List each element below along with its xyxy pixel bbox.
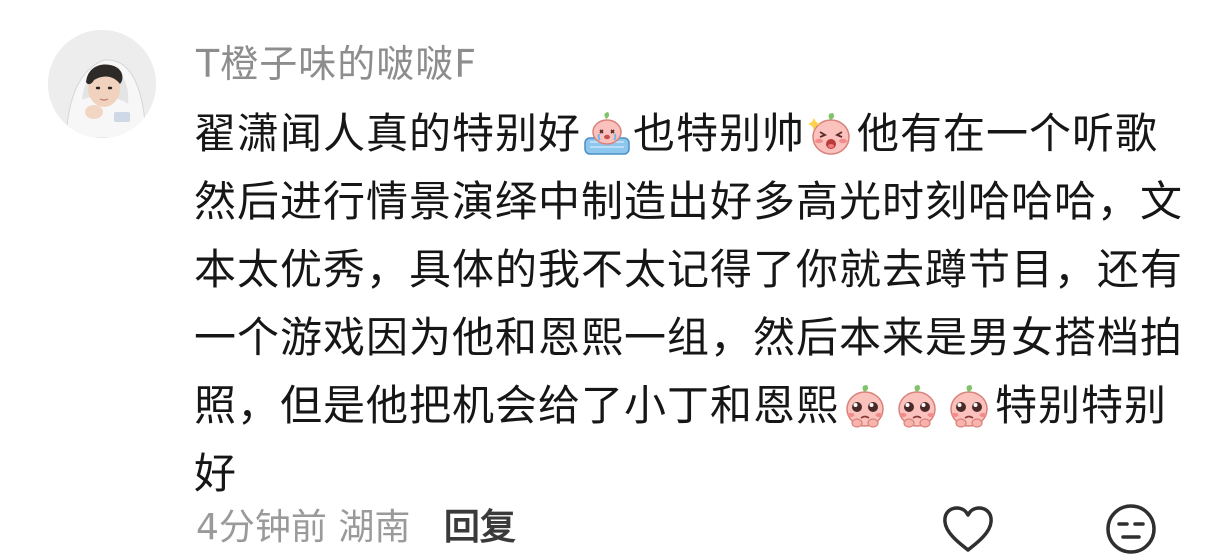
comment-line: 然后进行情景演绎中制造出好多高光时刻哈哈哈，文 (194, 168, 1182, 236)
timestamp: 4分钟前 (196, 507, 327, 548)
heart-icon (943, 506, 993, 552)
excited-blush-emoji (806, 110, 856, 158)
location: 湖南 (338, 507, 411, 548)
comment-line: 好 (194, 440, 1164, 508)
comment-text-segment: 一个游戏因为他和恩熙一组，然后本来是男女搭档拍 (194, 313, 1184, 362)
like-button[interactable] (940, 504, 996, 554)
pleading-emoji (840, 382, 890, 430)
pleading-emoji (892, 382, 942, 430)
comment-text-segment: 翟潇闻人真的特别好 (194, 109, 582, 158)
comment-line: 本太优秀，具体的我不太记得了你就去蹲节目，还有 (194, 236, 1182, 304)
dislike-button[interactable] (1104, 502, 1158, 556)
pleading-emoji (944, 382, 994, 430)
unamused-face-icon (1106, 504, 1156, 554)
comment-text-segment: 照，但是他把机会给了小丁和恩熙 (194, 381, 840, 430)
reply-button[interactable]: 回复 (444, 507, 516, 548)
avatar-photo (48, 30, 156, 138)
comment-line: 翟潇闻人真的特别好 也特别帅 他有在一个听歌 (194, 100, 1164, 168)
comment-item: T橙子味的啵啵F 翟潇闻人真的特别好 也特别帅 他有在一个听歌 然后进行情景演绎… (0, 0, 1206, 558)
comment-text-segment: 然后进行情景演绎中制造出好多高光时刻哈哈哈，文 (194, 177, 1184, 226)
comment-text-segment: 好 (194, 449, 238, 498)
comment-text-segment: 他有在一个听歌 (857, 109, 1159, 158)
comment-text-segment: 特别特别 (995, 381, 1168, 430)
comment-footer: 4分钟前 湖南 回复 (196, 500, 516, 556)
comment-text-segment: 也特别帅 (633, 109, 806, 158)
comment-line: 照，但是他把机会给了小丁和恩熙 特别特别 (194, 372, 1168, 440)
crying-blanket-emoji (582, 110, 632, 158)
comment-line: 一个游戏因为他和恩熙一组，然后本来是男女搭档拍 (194, 304, 1182, 372)
comment-text-segment: 本太优秀，具体的我不太记得了你就去蹲节目，还有 (194, 245, 1184, 294)
comment-text: 翟潇闻人真的特别好 也特别帅 他有在一个听歌 然后进行情景演绎中制造出好多高光时… (194, 100, 1182, 508)
username[interactable]: T橙子味的啵啵F (196, 36, 477, 92)
avatar[interactable] (48, 30, 156, 138)
